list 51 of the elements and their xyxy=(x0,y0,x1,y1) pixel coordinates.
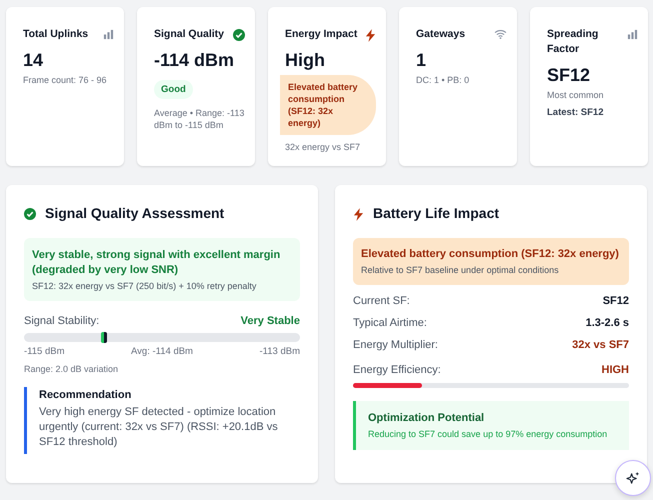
card-title: Spreading Factor xyxy=(547,27,600,57)
card-value: 14 xyxy=(23,50,44,71)
metric-value: 1.3-2.6 s xyxy=(586,317,629,329)
card-caption: Frame count: 76 - 96 xyxy=(23,74,108,86)
panel-title: Signal Quality Assessment xyxy=(45,205,224,221)
card-value: SF12 xyxy=(547,65,592,86)
wifi-icon xyxy=(494,29,507,39)
check-circle-icon xyxy=(233,29,245,41)
metric-value: SF12 xyxy=(602,295,629,307)
metric-label: Current SF: xyxy=(353,295,410,307)
scale-min: -115 dBm xyxy=(24,346,64,357)
card-title: Energy Impact xyxy=(285,27,358,42)
alert-detail: Relative to SF7 baseline under optimal conditions xyxy=(361,265,560,275)
summary-detail: SF12: 32x energy vs SF7 (250 bit/s) + 10% retry penalty xyxy=(32,281,258,291)
panel-title: Battery Life Impact xyxy=(373,205,500,221)
lightning-icon xyxy=(365,29,376,42)
tip-text: Reducing to SF7 could save up to 97% energy consumption xyxy=(368,429,608,439)
recommendation-title: Recommendation xyxy=(39,389,132,401)
card-title: Signal Quality xyxy=(154,27,224,42)
range-note: Range: 2.0 dB variation xyxy=(24,364,120,374)
status-badge: Good xyxy=(154,80,193,99)
sparkle-icon xyxy=(626,470,640,486)
efficiency-reading: HIGH xyxy=(602,364,629,376)
scale-average: Avg: -114 dBm xyxy=(131,346,193,357)
card-title: Total Uplinks xyxy=(23,27,88,42)
metric-value: 32x vs SF7 xyxy=(572,339,629,351)
assistant-button[interactable] xyxy=(615,460,651,496)
card-value: 1 xyxy=(416,50,428,71)
stability-label: Signal Stability: xyxy=(24,315,100,327)
recommendation-text: Very high energy SF detected - optimize location urgently (current: 32x vs SF7) (RSSI: +20.1dB vs SF12 threshold) xyxy=(39,405,279,450)
metric-label: Energy Multiplier: xyxy=(353,339,438,351)
warning-badge: Elevated battery consumption (SF12: 32x energy) xyxy=(280,75,376,135)
card-caption: DC: 1 • PB: 0 xyxy=(416,74,470,86)
stability-reading: Very Stable xyxy=(240,315,300,327)
card-value: -114 dBm xyxy=(154,50,236,71)
card-caption: Average • Range: -113 dBm to -115 dBm xyxy=(154,107,245,131)
bar-chart-icon xyxy=(103,29,114,40)
card-caption: Most common xyxy=(547,89,605,101)
metric-label: Typical Airtime: xyxy=(353,317,427,329)
summary-headline: Very stable, strong signal with excellent margin (degraded by very low SNR) xyxy=(32,248,282,278)
lightning-icon xyxy=(353,208,364,220)
tip-title: Optimization Potential xyxy=(368,412,486,424)
efficiency-label: Energy Efficiency: xyxy=(353,364,441,376)
card-value: High xyxy=(285,50,326,71)
bar-chart-icon xyxy=(627,29,638,40)
check-circle-icon xyxy=(24,208,36,220)
card-caption: Latest: SF12 xyxy=(547,107,604,118)
alert-headline: Elevated battery consumption (SF12: 32x energy) xyxy=(361,248,620,260)
card-title: Gateways xyxy=(416,27,466,42)
card-caption: 32x energy vs SF7 xyxy=(285,141,362,153)
scale-max: -113 dBm xyxy=(260,346,300,357)
